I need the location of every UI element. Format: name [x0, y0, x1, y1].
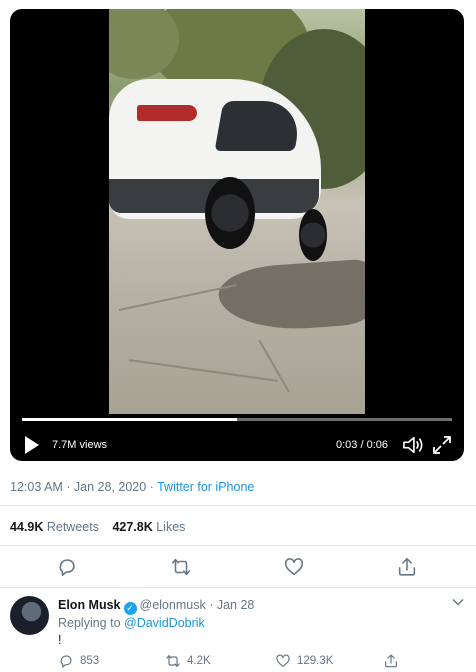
avatar[interactable]: [10, 596, 49, 635]
divider: [0, 545, 476, 546]
reply-actions: 853 4.2K 129.3K: [0, 653, 476, 671]
author-name[interactable]: Elon Musk: [58, 598, 121, 612]
chevron-down-icon[interactable]: [452, 598, 464, 606]
reply-header: Elon Musk ✓ @elonmusk · Jan 28: [58, 598, 254, 615]
video-frame: [109, 9, 365, 414]
video-time: 0:03 / 0:06: [336, 439, 388, 451]
expand-icon[interactable]: [431, 434, 453, 456]
reply-text: !: [58, 633, 62, 647]
play-icon[interactable]: [25, 436, 39, 454]
car-front-wheel: [299, 209, 327, 261]
divider: [0, 587, 476, 588]
separator: ·: [209, 598, 214, 612]
heart-icon: [276, 654, 290, 667]
tweet-source-link[interactable]: Twitter for iPhone: [157, 480, 254, 494]
verified-badge-icon: ✓: [123, 602, 137, 615]
reply-share-button[interactable]: [383, 653, 399, 669]
pavement-crack: [128, 359, 278, 382]
share-icon: [385, 654, 397, 668]
replying-to: Replying to @DavidDobrik: [58, 616, 205, 630]
video-progress-fill: [22, 418, 237, 421]
car-rear-wheel: [205, 177, 255, 249]
reply-reply-button[interactable]: 853: [58, 653, 99, 669]
video-controls: 7.7M views 0:03 / 0:06: [10, 427, 464, 461]
reply-date[interactable]: Jan 28: [217, 598, 255, 612]
likes-stat[interactable]: 427.8K Likes: [112, 520, 185, 534]
tweet-stats: 44.9K Retweets 427.8K Likes: [10, 520, 195, 534]
reply-tweet[interactable]: Elon Musk ✓ @elonmusk · Jan 28 Replying to…: [0, 589, 476, 672]
retweets-stat[interactable]: 44.9K Retweets: [10, 520, 99, 534]
reply-icon[interactable]: [56, 556, 78, 578]
retweet-count: 4.2K: [187, 655, 211, 667]
tweet-actions: [0, 556, 476, 580]
view-count: 7.7M views: [52, 439, 108, 451]
volume-icon[interactable]: [402, 435, 424, 455]
like-count: 129.3K: [297, 655, 334, 667]
retweet-icon: [166, 655, 180, 667]
heart-icon[interactable]: [283, 556, 305, 578]
video-progress-bar[interactable]: [22, 418, 452, 421]
divider: [0, 505, 476, 506]
car-taillight: [137, 105, 197, 121]
tweet-meta: 12:03 AM · Jan 28, 2020 · Twitter for iP…: [10, 480, 254, 494]
reply-count: 853: [80, 655, 100, 667]
pavement-crack: [258, 339, 290, 393]
video-player[interactable]: 7.7M views 0:03 / 0:06: [10, 9, 464, 461]
tweet-timestamp[interactable]: 12:03 AM · Jan 28, 2020 ·: [10, 480, 157, 494]
reply-retweet-button[interactable]: 4.2K: [165, 653, 211, 669]
share-icon[interactable]: [396, 556, 418, 578]
author-handle[interactable]: @elonmusk: [140, 598, 206, 612]
reply-like-button[interactable]: 129.3K: [275, 653, 333, 669]
car-shadow: [216, 258, 365, 335]
reply-icon: [60, 655, 72, 668]
mention-link[interactable]: @DavidDobrik: [124, 616, 205, 630]
retweet-icon[interactable]: [170, 556, 192, 578]
